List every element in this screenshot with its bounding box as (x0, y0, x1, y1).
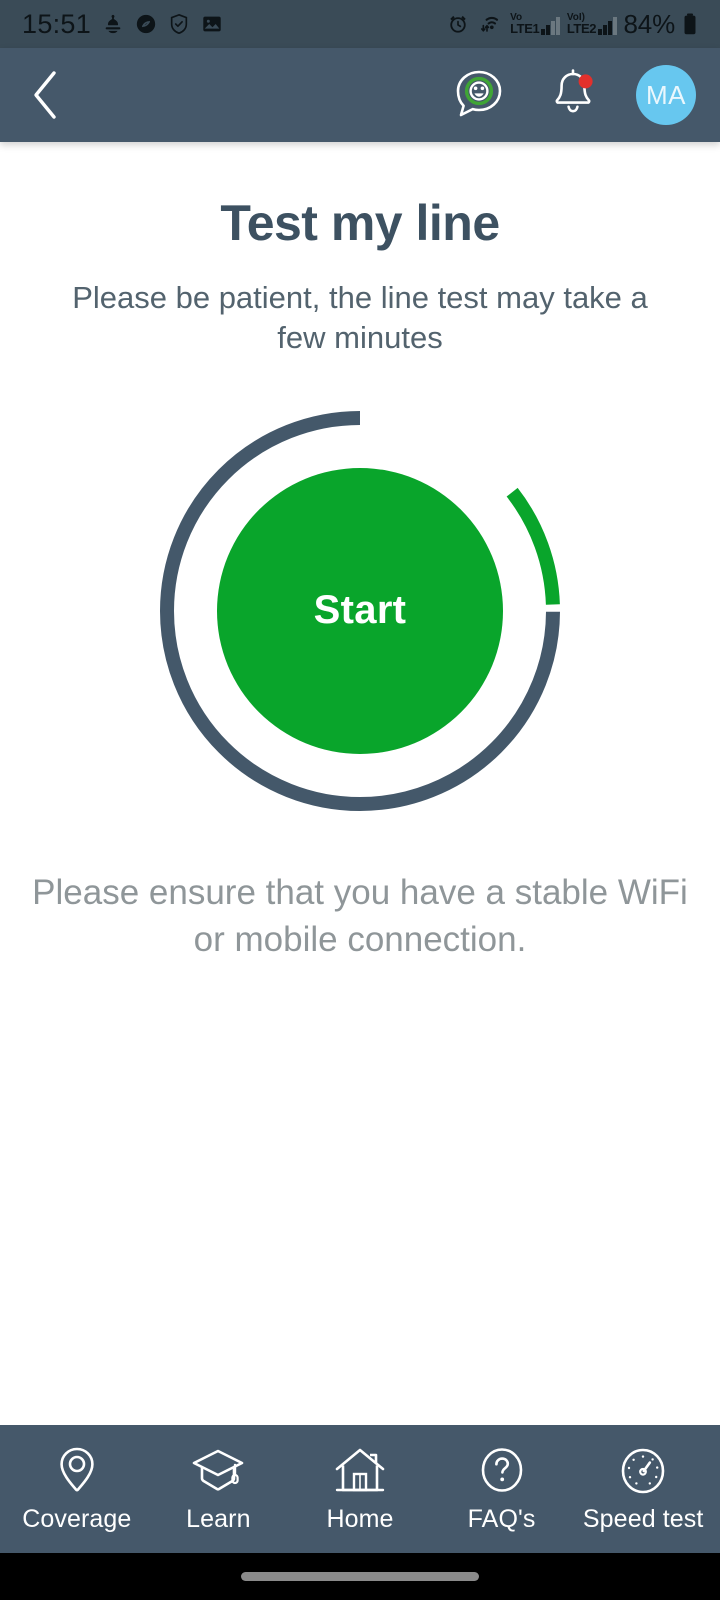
notifications-button[interactable] (542, 64, 604, 126)
header-actions: MA (448, 64, 696, 126)
battery-icon (684, 13, 696, 35)
connection-note: Please ensure that you have a stable WiF… (32, 872, 688, 960)
status-clock: 15:51 (22, 8, 92, 39)
sim1-signal-indicator: Vo LTE1 (510, 13, 560, 35)
main-content: Test my line Please be patient, the line… (0, 142, 720, 1425)
nav-label-home: Home (326, 1505, 394, 1533)
back-button[interactable] (28, 67, 84, 123)
map-pin-icon (60, 1447, 94, 1492)
sim2-signal-indicator: VoI) LTE2 (567, 13, 617, 35)
page-title: Test my line (220, 195, 500, 251)
start-button[interactable]: Start (217, 467, 503, 754)
battery-percent: 84% (623, 8, 676, 39)
image-icon (203, 16, 221, 32)
avatar[interactable]: MA (636, 65, 696, 125)
status-bar-right: Vo LTE1 VoI) LTE2 84% (447, 9, 698, 40)
chat-smiley-icon (456, 70, 502, 117)
bottom-navigation: Coverage Learn Home FAQ's Speed test (0, 1425, 720, 1553)
house-icon (335, 1448, 385, 1492)
nav-item-coverage[interactable]: Coverage (7, 1444, 147, 1534)
nav-item-learn[interactable]: Learn (148, 1444, 288, 1534)
nav-item-home[interactable]: Home (290, 1444, 430, 1534)
nav-label-speed-test: Speed test (582, 1505, 704, 1533)
chevron-left-icon (34, 71, 56, 119)
status-bar-left: 15:51 (22, 9, 223, 40)
chat-button[interactable] (448, 64, 510, 126)
page-subtitle: Please be patient, the line test may tak… (72, 280, 648, 356)
silent-mode-icon (105, 14, 121, 34)
nav-label-learn: Learn (186, 1505, 251, 1533)
shazam-icon (136, 14, 156, 34)
line-test-gauge: Start (160, 410, 560, 811)
nav-label-coverage: Coverage (22, 1505, 132, 1533)
nav-item-speed-test[interactable]: Speed test (573, 1444, 713, 1534)
nav-label-faqs: FAQ's (467, 1505, 536, 1533)
speedometer-icon (621, 1448, 665, 1494)
system-gesture-bar (0, 1553, 720, 1600)
graduation-cap-icon (193, 1449, 244, 1491)
sim1-label-bottom: LTE1 (510, 20, 540, 36)
phone-screen: 15:51 Vo LTE1 VoI) LTE2 84% MA Test my l… (0, 0, 720, 1600)
sim2-label-bottom: LTE2 (566, 20, 597, 36)
status-bar: 15:51 Vo LTE1 VoI) LTE2 84% (0, 0, 720, 48)
shield-check-icon (170, 13, 188, 35)
question-circle-icon (481, 1448, 522, 1492)
sim1-bars (541, 16, 560, 35)
bell-icon (555, 69, 593, 113)
nav-item-faqs[interactable]: FAQ's (432, 1444, 572, 1534)
alarm-icon (450, 15, 466, 33)
app-header: MA (0, 48, 720, 142)
gesture-handle[interactable] (241, 1572, 479, 1581)
sim2-bars (598, 16, 617, 35)
wifi-icon (481, 16, 499, 32)
avatar-initials: MA (646, 79, 686, 110)
